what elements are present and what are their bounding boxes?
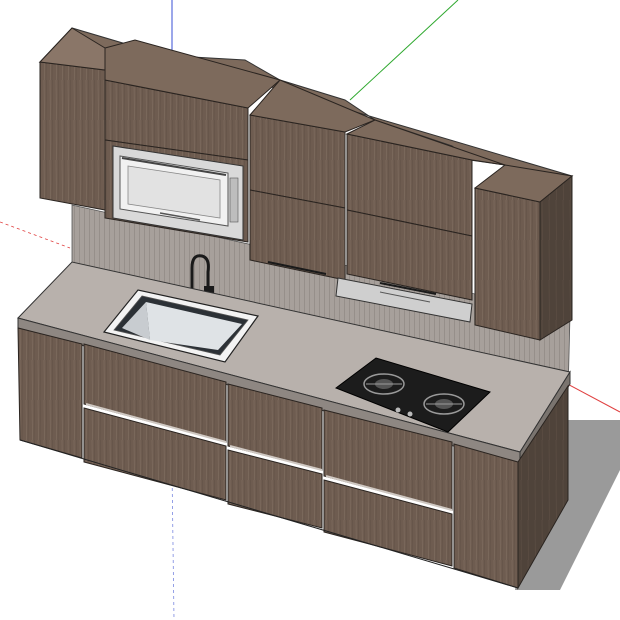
- model-viewport[interactable]: [0, 0, 620, 620]
- kitchen-model-svg: [0, 0, 620, 620]
- wall-cabinet-left: [39, 61, 106, 211]
- microwave-control-panel: [229, 177, 239, 223]
- knob: [407, 411, 413, 417]
- wall-cabinet-right-tall: [474, 187, 541, 341]
- axis-red-icon: [0, 221, 71, 249]
- knob: [395, 407, 401, 413]
- base-cabinet-left: [17, 327, 83, 459]
- axis-green-icon: [349, 0, 459, 101]
- base-cabinet-right: [453, 443, 519, 589]
- axis-blue-lower-icon: [171, 469, 175, 620]
